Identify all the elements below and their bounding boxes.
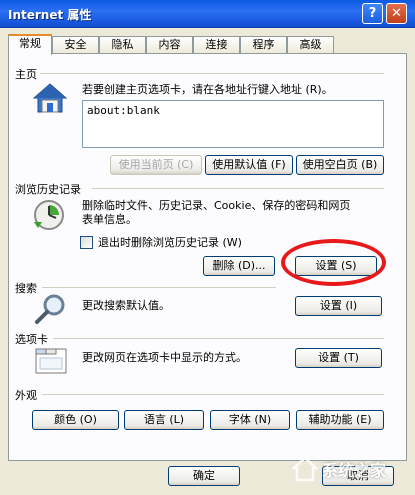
tab-general[interactable]: 常规: [8, 34, 52, 55]
homepage-description: 若要创建主页选项卡，请在各地址行键入地址 (R)。: [82, 83, 333, 96]
watermark-text: 系统之家: [322, 461, 387, 480]
tabs-section-divider: [53, 338, 384, 339]
tab-strip: 常规 安全 隐私 内容 连接 程序 高级: [8, 34, 408, 55]
history-description-line1: 删除临时文件、历史记录、Cookie、保存的密码和网页: [82, 199, 351, 212]
fonts-button[interactable]: 字体 (N): [210, 410, 290, 430]
homepage-label: 主页: [15, 68, 37, 81]
use-default-button[interactable]: 使用默认值 (F): [205, 155, 293, 175]
history-divider: [92, 188, 384, 189]
ok-button[interactable]: 确定: [168, 466, 240, 486]
tab-content[interactable]: 内容: [146, 36, 193, 54]
tabs-section-description: 更改网页在选项卡中显示的方式。: [82, 351, 247, 364]
history-label: 浏览历史记录: [15, 183, 81, 196]
history-clock-icon: [34, 200, 64, 230]
delete-on-exit-checkbox[interactable]: [80, 236, 93, 249]
home-icon: [32, 83, 68, 113]
homepage-divider: [40, 73, 384, 74]
search-settings-button[interactable]: 设置 (I): [295, 296, 382, 316]
tabbed-window-icon: [35, 348, 67, 374]
tabs-settings-button[interactable]: 设置 (T): [295, 348, 382, 368]
watermark-logo: 系统之家: [292, 448, 412, 490]
use-current-page-button[interactable]: 使用当前页 (C): [110, 155, 202, 175]
tab-programs[interactable]: 程序: [240, 36, 287, 54]
appearance-label: 外观: [15, 389, 37, 402]
delete-history-button[interactable]: 删除 (D)...: [203, 256, 275, 276]
watermark-house-icon: [292, 456, 318, 482]
delete-on-exit-label: 退出时删除浏览历史记录 (W): [98, 236, 242, 249]
tab-security[interactable]: 安全: [52, 36, 99, 54]
window-title: Internet 属性: [8, 8, 92, 22]
title-bar: Internet 属性 ? ✕: [0, 0, 415, 28]
use-blank-page-button[interactable]: 使用空白页 (B): [296, 155, 384, 175]
help-button[interactable]: ?: [362, 3, 383, 24]
close-icon: ✕: [391, 6, 402, 21]
appearance-divider: [42, 394, 384, 395]
search-description: 更改搜索默认值。: [82, 299, 170, 312]
history-description-line2: 表单信息。: [82, 213, 137, 226]
highlight-ring: [281, 239, 386, 286]
search-divider: [42, 287, 276, 288]
close-button[interactable]: ✕: [386, 3, 407, 24]
magnifier-icon: [35, 294, 65, 324]
help-icon: ?: [368, 6, 377, 21]
tab-connections[interactable]: 连接: [193, 36, 240, 54]
colors-button[interactable]: 颜色 (O): [32, 410, 119, 430]
homepage-url-input[interactable]: about:blank: [82, 100, 384, 148]
tab-privacy[interactable]: 隐私: [99, 36, 146, 54]
tab-advanced[interactable]: 高级: [287, 36, 334, 54]
languages-button[interactable]: 语言 (L): [124, 410, 204, 430]
accessibility-button[interactable]: 辅助功能 (E): [296, 410, 384, 430]
